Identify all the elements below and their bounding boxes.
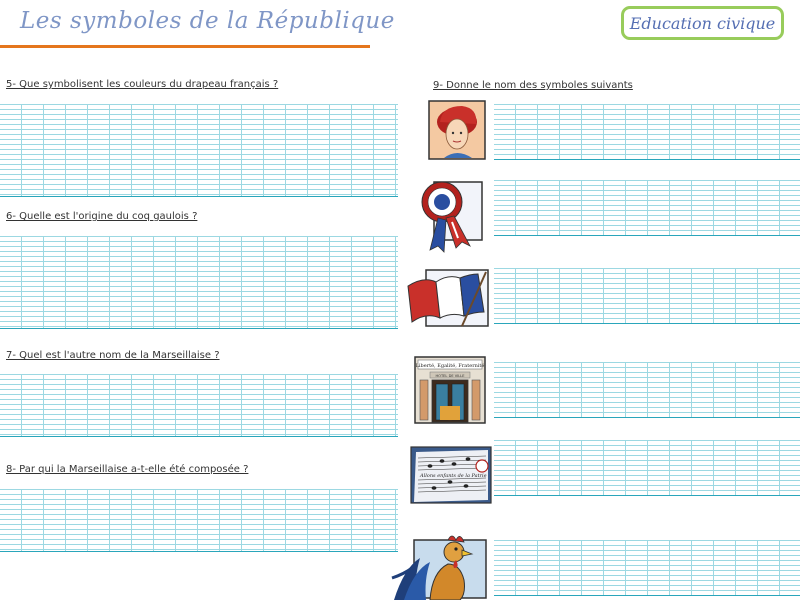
answer-lines-coq[interactable]: [494, 540, 800, 596]
mairie-plaque-text: HOTEL DE VILLE: [435, 374, 465, 378]
answer-lines-8[interactable]: [0, 489, 398, 552]
title-underline: [0, 45, 370, 48]
answer-lines-6[interactable]: [0, 236, 398, 329]
question-7: 7- Quel est l'autre nom de la Marseillai…: [6, 350, 220, 361]
page-title: Les symboles de la République: [20, 8, 395, 34]
answer-lines-5[interactable]: [0, 104, 398, 197]
marseillaise-score-icon: Allons enfants de la Patrie: [410, 446, 492, 504]
answer-lines-drapeau[interactable]: [494, 268, 800, 324]
answer-lines-marseillaise[interactable]: [494, 440, 800, 496]
marianne-icon: [428, 100, 486, 160]
score-lyrics: Allons enfants de la Patrie: [419, 473, 487, 479]
question-6: 6- Quelle est l'origine du coq gaulois ?: [6, 211, 198, 222]
answer-lines-cocarde[interactable]: [494, 180, 800, 236]
answer-lines-7[interactable]: [0, 374, 398, 437]
mairie-icon: Liberté, Egalité, Fraternité HOTEL DE VI…: [414, 356, 486, 424]
answer-lines-marianne[interactable]: [494, 104, 800, 160]
coq-icon: [390, 528, 488, 600]
cocarde-icon: [420, 180, 484, 256]
question-5: 5- Que symbolisent les couleurs du drape…: [6, 79, 279, 90]
drapeau-icon: [404, 268, 490, 328]
question-8: 8- Par qui la Marseillaise a-t-elle été …: [6, 464, 249, 475]
answer-lines-mairie[interactable]: [494, 362, 800, 418]
question-9: 9- Donne le nom des symboles suivants: [433, 80, 633, 91]
mairie-banner-text: Liberté, Egalité, Fraternité: [416, 362, 485, 369]
subject-badge: Education civique: [621, 6, 784, 40]
